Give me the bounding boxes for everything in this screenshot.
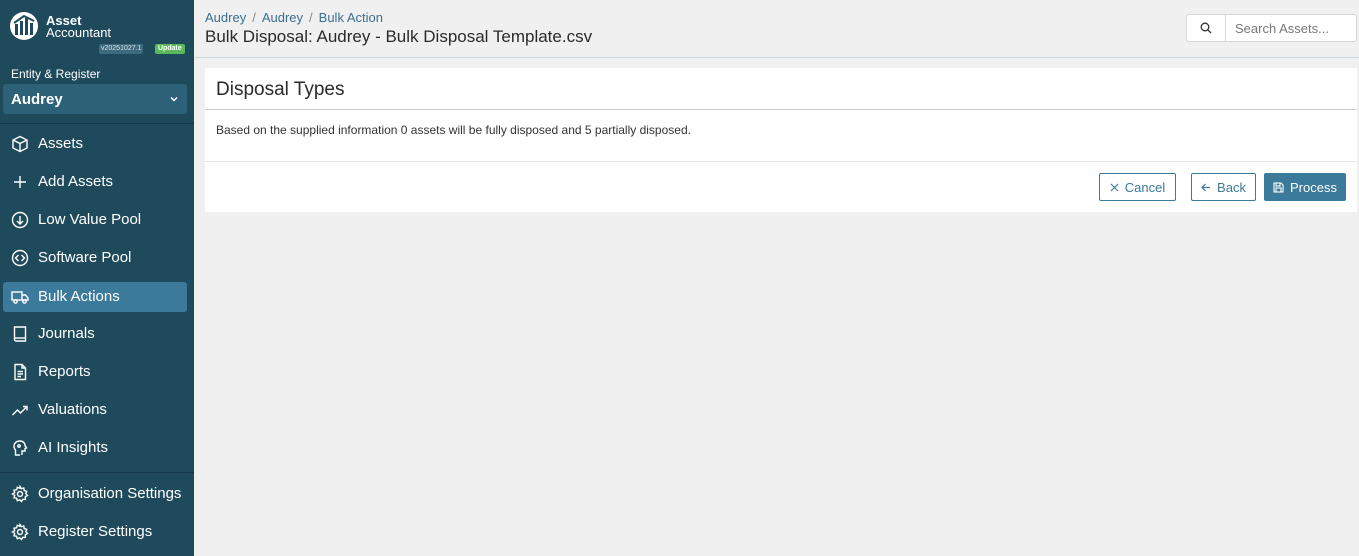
- sidebar-item-assets[interactable]: Assets: [3, 129, 187, 159]
- close-icon: [1110, 183, 1119, 191]
- sidebar-item-label: Valuations: [38, 401, 107, 418]
- sidebar-divider: [0, 123, 194, 124]
- trending-up-icon: [12, 405, 28, 416]
- entity-select-value: Audrey: [11, 91, 63, 108]
- chevron-down-icon: [170, 96, 178, 102]
- cancel-button[interactable]: Cancel: [1099, 173, 1176, 201]
- process-button[interactable]: Process: [1264, 173, 1346, 201]
- search-box: [1186, 14, 1357, 42]
- disposal-summary-text: Based on the supplied information 0 asse…: [216, 123, 691, 137]
- entity-select[interactable]: Audrey: [3, 84, 187, 114]
- cancel-button-label: Cancel: [1124, 179, 1166, 195]
- process-button-label: Process: [1290, 179, 1337, 195]
- breadcrumb-link[interactable]: Audrey: [205, 10, 246, 25]
- sidebar-item-label: Low Value Pool: [38, 211, 142, 228]
- sidebar-item-label: Assets: [38, 135, 84, 152]
- version-badge: v20251027.1: [99, 44, 144, 54]
- cube-icon: [12, 135, 28, 153]
- save-icon: [1273, 181, 1284, 193]
- sidebar-item-label: Reports: [38, 363, 91, 380]
- back-button-label: Back: [1217, 179, 1246, 195]
- breadcrumb-separator: /: [252, 10, 256, 25]
- search-button[interactable]: [1187, 15, 1226, 41]
- sidebar-item-organisation-settings[interactable]: Organisation Settings: [3, 479, 187, 509]
- breadcrumb-link[interactable]: Bulk Action: [319, 10, 383, 25]
- breadcrumb: Audrey / Audrey / Bulk Action: [205, 10, 383, 25]
- sidebar-item-low-value-pool[interactable]: Low Value Pool: [3, 205, 187, 235]
- search-icon: [1200, 22, 1212, 34]
- arrow-left-icon: [1201, 183, 1211, 191]
- page-header: Audrey / Audrey / Bulk Action Bulk Disposal:…: [194, 0, 1359, 58]
- brand-subtitle: Accountant: [46, 25, 112, 40]
- truck-icon: [11, 291, 29, 304]
- update-badge[interactable]: Update: [155, 44, 185, 54]
- sidebar-item-label: Organisation Settings: [38, 485, 182, 502]
- sidebar-divider: [0, 472, 194, 473]
- gear-icon: [11, 485, 29, 503]
- sidebar-item-software-pool[interactable]: Software Pool: [3, 243, 187, 273]
- back-button[interactable]: Back: [1191, 173, 1256, 201]
- entity-register-label: Entity & Register: [11, 67, 101, 81]
- sidebar-item-reports[interactable]: Reports: [3, 357, 187, 387]
- arrow-down-circle-icon: [11, 211, 29, 229]
- sidebar-item-label: Journals: [38, 325, 95, 342]
- sidebar-item-ai-insights[interactable]: AI Insights: [3, 433, 187, 463]
- plus-icon: [14, 176, 26, 188]
- sidebar-item-bulk-actions[interactable]: Bulk Actions: [3, 282, 187, 312]
- sidebar-item-register-settings[interactable]: Register Settings: [3, 517, 187, 547]
- sidebar-item-label: Register Settings: [38, 523, 153, 540]
- sidebar: Asset Accountant v20251027.1 Update Enti…: [0, 0, 194, 556]
- card-title: Disposal Types: [216, 79, 345, 100]
- gear-icon: [11, 523, 29, 541]
- brand[interactable]: Asset Accountant v20251027.1 Update: [0, 0, 194, 60]
- disposal-types-card: Disposal Types Based on the supplied inf…: [205, 68, 1357, 212]
- sidebar-item-valuations[interactable]: Valuations: [3, 395, 187, 425]
- card-divider: [205, 161, 1357, 162]
- sidebar-item-label: Software Pool: [38, 249, 132, 266]
- search-input[interactable]: [1227, 15, 1356, 41]
- brain-icon: [13, 440, 28, 456]
- document-icon: [14, 363, 27, 381]
- logo-icon: [10, 12, 38, 40]
- code-circle-icon: [11, 249, 29, 267]
- page-title: Bulk Disposal: Audrey - Bulk Disposal Te…: [205, 27, 593, 46]
- sidebar-item-journals[interactable]: Journals: [3, 319, 187, 349]
- card-divider: [205, 109, 1357, 110]
- breadcrumb-separator: /: [309, 10, 313, 25]
- book-icon: [13, 326, 27, 342]
- sidebar-item-label: Add Assets: [38, 173, 114, 190]
- sidebar-item-add-assets[interactable]: Add Assets: [3, 167, 187, 197]
- breadcrumb-link[interactable]: Audrey: [262, 10, 303, 25]
- sidebar-item-label: AI Insights: [38, 439, 109, 456]
- sidebar-item-label: Bulk Actions: [38, 288, 120, 305]
